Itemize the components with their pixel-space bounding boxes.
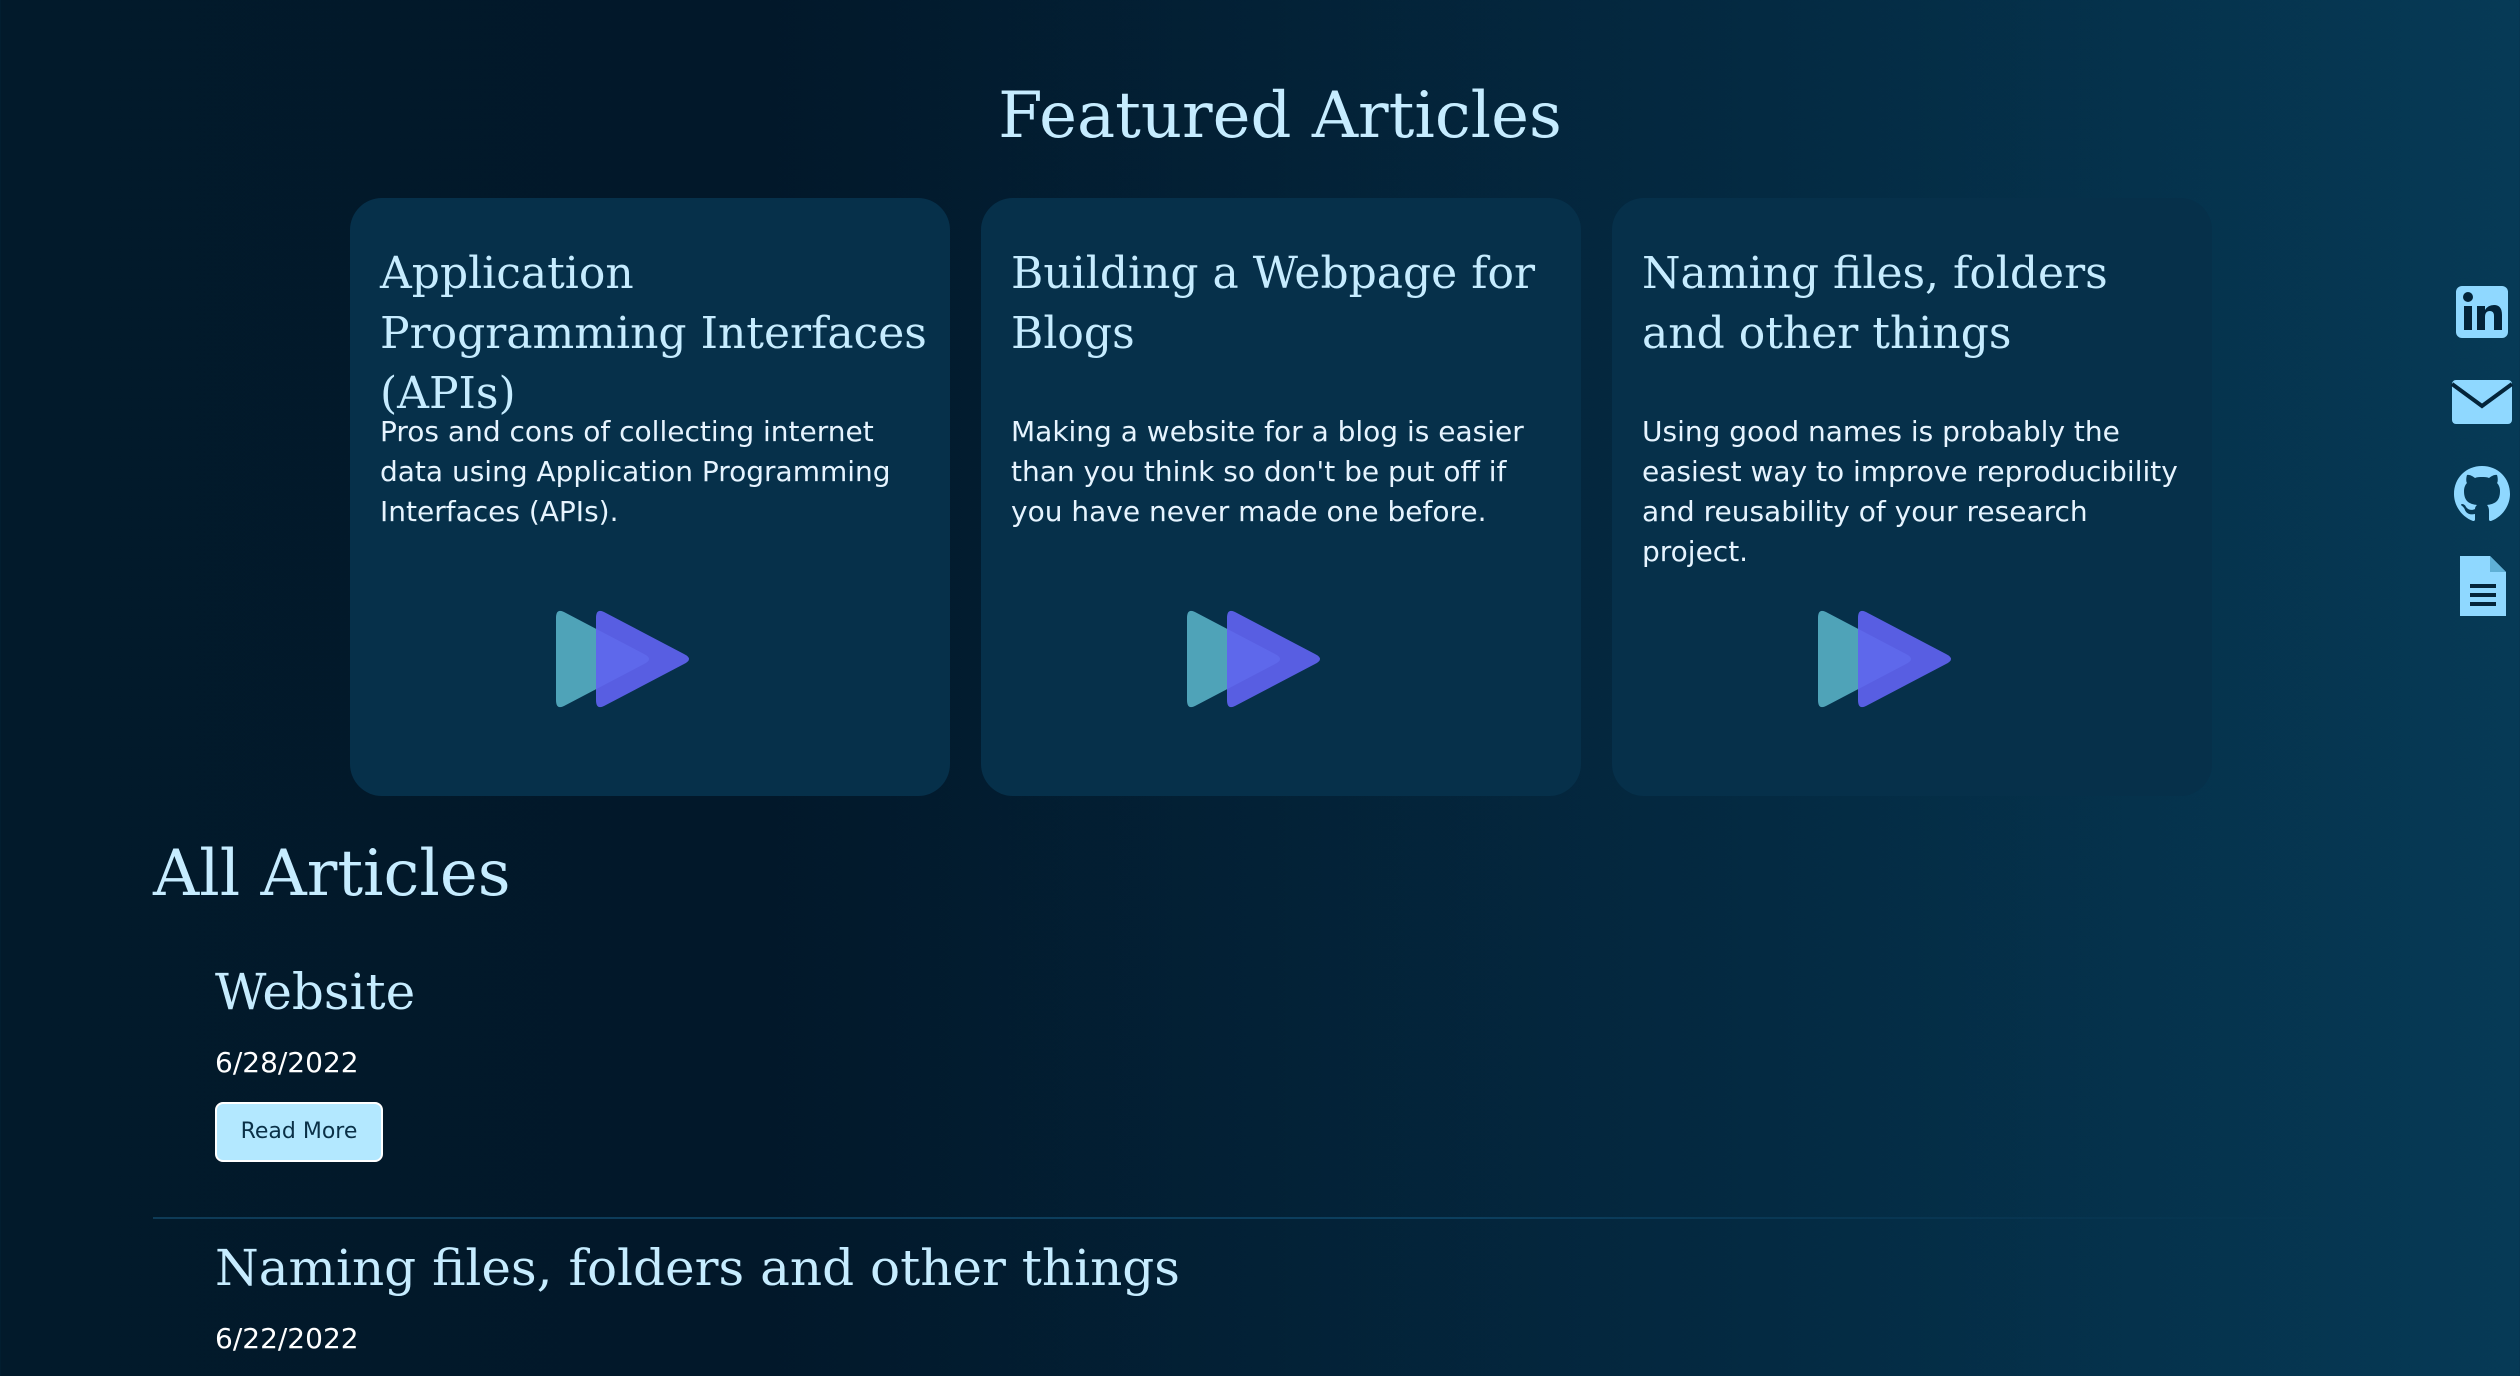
featured-cards: Application Programming Interfaces (APIs… [350, 198, 2212, 796]
card-title[interactable]: Application Programming Interfaces (APIs… [380, 244, 940, 424]
article-date: 6/22/2022 [215, 1322, 359, 1355]
read-more-button[interactable]: Read More [215, 1102, 383, 1162]
double-play-logo-icon [1187, 610, 1320, 708]
document-icon[interactable] [2450, 554, 2514, 618]
email-icon[interactable] [2450, 370, 2514, 434]
github-icon[interactable] [2450, 462, 2514, 526]
article-date: 6/28/2022 [215, 1046, 359, 1079]
card-description: Pros and cons of collecting internet dat… [380, 415, 891, 528]
card-title[interactable]: Building a Webpage for Blogs [1011, 244, 1571, 364]
card-description: Making a website for a blog is easier th… [1011, 415, 1524, 528]
featured-card-webpage[interactable]: Building a Webpage for Blogs Making a we… [981, 198, 1581, 796]
article-title[interactable]: Naming files, folders and other things [215, 1236, 2315, 1300]
article-item-website: Website 6/28/2022 Read More [215, 960, 2315, 1162]
card-title[interactable]: Naming files, folders and other things [1642, 244, 2202, 364]
article-title[interactable]: Website [215, 960, 2315, 1024]
double-play-logo-icon [1818, 610, 1951, 708]
article-divider [153, 1217, 2353, 1219]
linkedin-icon[interactable] [2450, 280, 2514, 344]
featured-card-apis[interactable]: Application Programming Interfaces (APIs… [350, 198, 950, 796]
double-play-logo-icon [556, 610, 689, 708]
featured-articles-heading: Featured Articles [998, 79, 1562, 153]
all-articles-heading: All Articles [153, 837, 511, 911]
card-description: Using good names is probably the easiest… [1642, 415, 2178, 568]
article-item-naming: Naming files, folders and other things 6… [215, 1236, 2315, 1356]
featured-card-naming[interactable]: Naming files, folders and other things U… [1612, 198, 2212, 796]
